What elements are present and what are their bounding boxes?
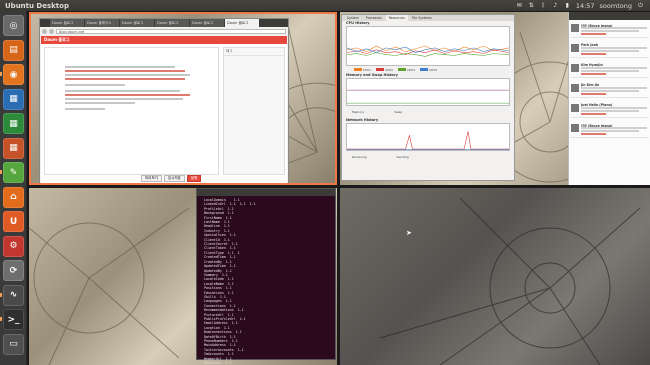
- workspace-1[interactable]: Daum 블로그 Daum 플레이스 Daum 블로그 Daum 블로그 Daum 블로…: [29, 12, 337, 185]
- ferris-wheel-graphic: [379, 197, 641, 365]
- workspace-4[interactable]: ➤: [340, 188, 650, 365]
- blog-editor-page: Daum 블로그 태그 미리보기 임시저장 발행: [41, 36, 287, 183]
- launcher-files-icon[interactable]: ▤: [3, 39, 24, 61]
- legend-cpu4: CPU4: [420, 68, 437, 72]
- system-tray: ✉ ⇅ ᛒ ♪ ▮ 14:57 soomtong ⏻: [516, 2, 650, 10]
- network-stats: Receiving Sending: [342, 151, 514, 163]
- session-icon[interactable]: ⏻: [637, 2, 644, 9]
- system-monitor-window[interactable]: System Processes Resources File Systems …: [341, 14, 515, 181]
- network-icon[interactable]: ⇅: [528, 2, 535, 9]
- avatar: [571, 124, 579, 132]
- legend-cpu2: CPU2: [376, 68, 393, 72]
- launcher-writer-icon[interactable]: ▦: [3, 88, 24, 110]
- browser-window[interactable]: Daum 블로그 Daum 플레이스 Daum 블로그 Daum 블로그 Daum 블로…: [39, 18, 289, 183]
- social-post[interactable]: 남궁 (Bruce Jeong): [570, 122, 649, 138]
- memory-graph: [346, 78, 510, 106]
- tab-file-systems[interactable]: File Systems: [409, 15, 435, 21]
- launcher-calc-icon[interactable]: ▦: [3, 113, 24, 134]
- avatar: [571, 84, 579, 92]
- social-post[interactable]: 남궁 (Bruce Jeong): [570, 22, 649, 38]
- site-header: Daum 블로그: [41, 36, 287, 44]
- receiving-label: Receiving: [352, 155, 367, 159]
- sending-label: Sending: [396, 155, 409, 159]
- user-name[interactable]: soomtong: [600, 2, 632, 10]
- social-post[interactable]: Park Jooh: [570, 42, 649, 58]
- cpu-graph: [346, 26, 510, 66]
- launcher-impress-icon[interactable]: ▦: [3, 137, 24, 159]
- memory-label: Memory: [352, 110, 365, 114]
- terminal-window[interactable]: LocalDomain 1.1 LinkedInUrl 1.1 1.1 1.1 …: [196, 188, 336, 365]
- mouse-cursor-icon: ➤: [406, 229, 412, 237]
- preview-button[interactable]: 미리보기: [141, 175, 162, 182]
- launcher-terminal-icon[interactable]: >_: [3, 309, 24, 330]
- clock[interactable]: 14:57: [576, 2, 595, 10]
- legend-cpu3: CPU3: [398, 68, 415, 72]
- avatar: [571, 64, 579, 72]
- avatar: [571, 104, 579, 112]
- address-bar: blog.daum.net: [42, 28, 286, 35]
- cpu-legend: CPU1 CPU2 CPU3 CPU4: [342, 66, 514, 73]
- window-title: Ubuntu Desktop: [5, 1, 69, 10]
- launcher-software-center-icon[interactable]: ⌂: [3, 186, 24, 208]
- browser-tab[interactable]: Daum 블로그: [50, 19, 84, 27]
- browser-tab[interactable]: Daum 블로그: [155, 19, 189, 27]
- launcher-update-manager-icon[interactable]: ⟳: [3, 260, 24, 281]
- forward-icon[interactable]: [49, 29, 54, 34]
- social-toolbar: [569, 12, 650, 20]
- save-draft-button[interactable]: 임시저장: [163, 175, 185, 182]
- launcher-system-settings-icon[interactable]: ⚙: [3, 235, 24, 257]
- launcher-system-monitor-icon[interactable]: ∿: [3, 284, 24, 306]
- power-icon[interactable]: ▮: [564, 2, 571, 9]
- workspace-3[interactable]: LocalDomain 1.1 LinkedInUrl 1.1 1.1 1.1 …: [29, 188, 337, 365]
- publish-button[interactable]: 발행: [186, 175, 202, 182]
- browser-tabs: Daum 블로그 Daum 플레이스 Daum 블로그 Daum 블로그 Daum 블로…: [40, 19, 288, 27]
- network-graph: [346, 123, 510, 151]
- desktop-screen: Ubuntu Desktop ✉ ⇅ ᛒ ♪ ▮ 14:57 soomtong …: [0, 0, 650, 365]
- social-client-window[interactable]: 남궁 (Bruce Jeong) Park Jooh Kim Hyunjin Jin …: [568, 12, 650, 185]
- editor-footer: 미리보기 임시저장 발행: [141, 175, 202, 182]
- avatar: [571, 44, 579, 52]
- social-post[interactable]: Just Hello (Piano): [570, 102, 649, 118]
- launcher: ◎ ▤ ◉ ▦ ▦ ▦ ✎ ⌂ U ⚙ ⟳ ∿ >_ ▭: [0, 11, 27, 365]
- browser-tab[interactable]: Daum 블로그: [190, 19, 224, 27]
- terminal-line: Interests 1.1: [200, 361, 232, 365]
- terminal-output[interactable]: LocalDomain 1.1 LinkedInUrl 1.1 1.1 1.1 …: [200, 198, 332, 365]
- social-post[interactable]: Kim Hyunjin: [570, 62, 649, 78]
- launcher-workspace-switcher-icon[interactable]: ▭: [3, 333, 24, 355]
- browser-tab[interactable]: Daum 플레이스: [85, 19, 119, 27]
- social-post[interactable]: Jin Kim Jin: [570, 82, 649, 98]
- workspace-2[interactable]: System Processes Resources File Systems …: [340, 12, 650, 185]
- running-indicator: [0, 292, 2, 297]
- bluetooth-icon[interactable]: ᛒ: [540, 2, 547, 9]
- legend-cpu1: CPU1: [354, 68, 371, 72]
- memory-stats: Memory Swap: [342, 106, 514, 118]
- sidebar-title: 태그: [224, 48, 284, 56]
- running-indicator: [0, 170, 2, 174]
- url-input[interactable]: blog.daum.net: [56, 29, 286, 34]
- running-indicator: [0, 72, 2, 76]
- browser-tab[interactable]: Daum 블로그: [225, 19, 259, 27]
- browser-tab[interactable]: Daum 블로그: [120, 19, 154, 27]
- top-panel: Ubuntu Desktop ✉ ⇅ ᛒ ♪ ▮ 14:57 soomtong …: [0, 0, 650, 11]
- terminal-titlebar: [197, 189, 335, 196]
- launcher-firefox-icon[interactable]: ◉: [3, 64, 24, 85]
- back-icon[interactable]: [42, 29, 47, 34]
- volume-icon[interactable]: ♪: [552, 2, 559, 9]
- post-editor[interactable]: [44, 47, 219, 175]
- swap-label: Swap: [394, 110, 403, 114]
- launcher-ubuntu-one-icon[interactable]: U: [3, 211, 24, 232]
- launcher-dash-home-icon[interactable]: ◎: [3, 15, 24, 36]
- launcher-text-editor-icon[interactable]: ✎: [3, 162, 24, 183]
- running-indicator: [0, 317, 2, 321]
- editor-sidebar: 태그: [223, 47, 285, 175]
- avatar: [571, 24, 579, 32]
- tab-resources[interactable]: Resources: [385, 15, 408, 21]
- mail-icon[interactable]: ✉: [516, 2, 523, 9]
